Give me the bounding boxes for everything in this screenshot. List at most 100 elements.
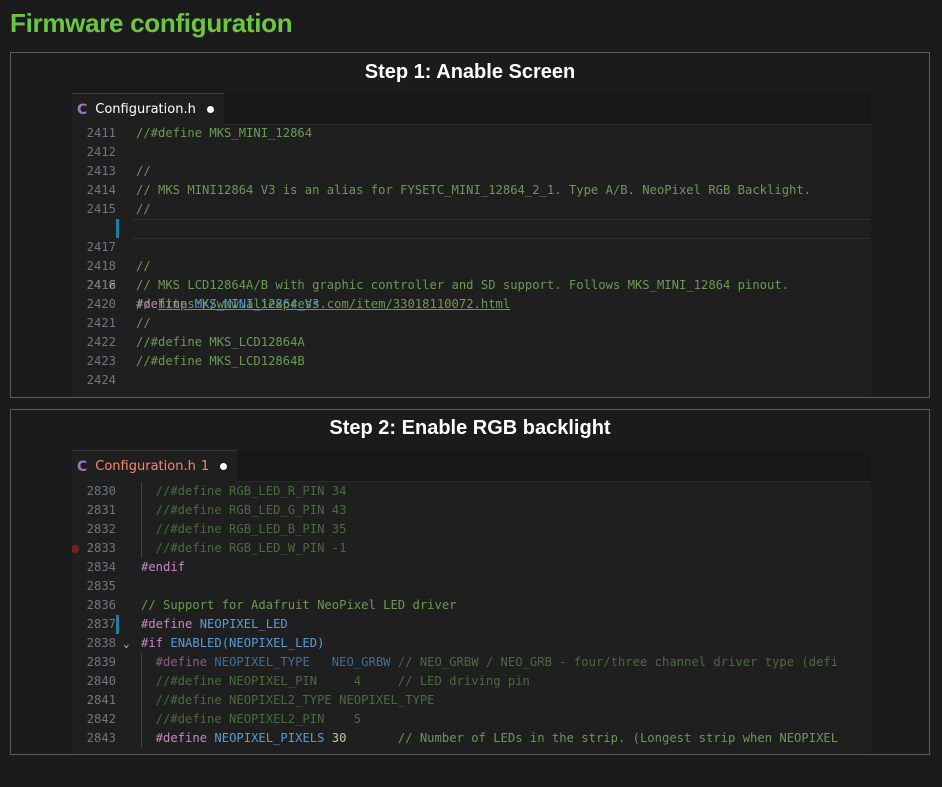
code-line: 2411 //#define MKS_MINI_12864 xyxy=(72,124,871,143)
code-line: 2832 //#define RGB_LED_B_PIN 35 xyxy=(72,520,871,539)
chevron-down-icon[interactable]: ⌄ xyxy=(123,634,130,653)
file-tab-configuration-h[interactable]: C Configuration.h xyxy=(72,93,224,125)
code-text: //#define NEOPIXEL2_PIN 5 xyxy=(141,712,362,726)
editor-tab-bar: C Configuration.h xyxy=(72,93,871,125)
tab-label: Configuration.h xyxy=(95,459,196,474)
keyword: #define xyxy=(141,617,193,631)
code-lines[interactable]: 2411 //#define MKS_MINI_12864 2412 2413 //… xyxy=(72,124,871,390)
code-line: 2415 // xyxy=(72,200,871,219)
step-2-panel: Step 2: Enable RGB backlight C Configura… xyxy=(10,409,930,755)
code-line: 2422 //#define MKS_LCD12864A xyxy=(72,333,871,352)
code-text: //#define NEOPIXEL2_TYPE NEOPIXEL_TYPE xyxy=(141,693,435,707)
macro-name: ENABLED(NEOPIXEL_LED) xyxy=(170,636,325,650)
code-text: // MKS MINI12864 V3 is an alias for FYSE… xyxy=(136,183,812,197)
line-number: 2831 xyxy=(86,503,116,517)
macro-name: NEOPIXEL_LED xyxy=(199,617,288,631)
line-number: 2839 xyxy=(86,655,116,669)
line-number: 2838 xyxy=(86,636,116,650)
unsaved-dot-icon[interactable] xyxy=(206,106,214,113)
line-number: 2420 xyxy=(86,297,116,311)
line-number: 2424 xyxy=(86,373,116,387)
current-line-highlight xyxy=(132,219,871,239)
code-line: 2833 //#define RGB_LED_W_PIN -1 xyxy=(72,539,871,558)
line-number: 2842 xyxy=(86,712,116,726)
code-line: 2834 #endif xyxy=(72,558,871,577)
code-editor[interactable]: C Configuration.h 2411 //#define MKS_MINI… xyxy=(72,93,871,397)
code-line: 2839 #define NEOPIXEL_TYPE NEO_GRBW // N… xyxy=(72,653,871,672)
code-text: // xyxy=(136,202,151,216)
code-text: //#define MKS_LCD12864A xyxy=(136,335,305,349)
page-title: Firmware configuration xyxy=(10,8,293,38)
c-language-icon: C xyxy=(77,101,88,118)
problem-count-badge: 1 xyxy=(200,459,210,474)
line-number: 2414 xyxy=(86,183,116,197)
macro-name: NEOPIXEL_PIXELS xyxy=(214,731,325,745)
tab-label: Configuration.h xyxy=(95,102,196,117)
macro-name: NEOPIXEL_TYPE NEO_GRBW xyxy=(214,655,391,669)
code-line: 2836 // Support for Adafruit NeoPixel LED… xyxy=(72,596,871,615)
file-tab-configuration-h[interactable]: C Configuration.h 1 xyxy=(72,450,238,482)
line-number: 2843 xyxy=(86,731,116,745)
line-number: 2422 xyxy=(86,335,116,349)
code-line: 2830 //#define RGB_LED_R_PIN 34 xyxy=(72,482,871,501)
code-text: // MKS LCD12864A/B with graphic controll… xyxy=(136,278,790,292)
code-text: //#define NEOPIXEL_PIN 4 // LED driving … xyxy=(141,674,530,688)
c-language-icon: C xyxy=(77,458,88,475)
line-number: 2833 xyxy=(86,541,116,555)
line-number: 2415 xyxy=(86,202,116,216)
line-number: 2841 xyxy=(86,693,116,707)
line-number: 2836 xyxy=(86,598,116,612)
code-line: 2840 //#define NEOPIXEL_PIN 4 // LED dri… xyxy=(72,672,871,691)
line-number: 2419 xyxy=(86,278,116,292)
keyword: #if xyxy=(141,636,164,650)
url-link[interactable]: https://www.aliexpress.com/item/33018110… xyxy=(158,297,510,311)
line-number: 2413 xyxy=(86,164,116,178)
code-line: 2424 xyxy=(72,371,871,390)
code-line: 2419 // MKS LCD12864A/B with graphic cont… xyxy=(72,276,871,295)
code-line: 2835 xyxy=(72,577,871,596)
code-line: 2417 xyxy=(72,238,871,257)
code-line: 2842 //#define NEOPIXEL2_PIN 5 xyxy=(72,710,871,729)
code-line: 2420 // https://www.aliexpress.com/item/3… xyxy=(72,295,871,314)
line-number: 2840 xyxy=(86,674,116,688)
code-text: //#define RGB_LED_G_PIN 43 xyxy=(141,503,347,517)
code-text: //#define MKS_LCD12864B xyxy=(136,354,305,368)
code-line-current: 2416 #define MKS_MINI_12864_V3 xyxy=(72,219,871,311)
line-number: 2412 xyxy=(86,145,116,159)
code-text: //#define MKS_MINI_12864 xyxy=(136,126,313,140)
code-text: //#define RGB_LED_R_PIN 34 xyxy=(141,484,347,498)
code-line: 2843 #define NEOPIXEL_PIXELS 30 // Numbe… xyxy=(72,729,871,748)
code-line: 2414 // MKS MINI12864 V3 is an alias for … xyxy=(72,181,871,200)
modified-line-indicator xyxy=(116,219,119,238)
code-line: 2423 //#define MKS_LCD12864B xyxy=(72,352,871,371)
code-line: 2831 //#define RGB_LED_G_PIN 43 xyxy=(72,501,871,520)
line-number: 2418 xyxy=(86,259,116,273)
code-lines[interactable]: 2830 //#define RGB_LED_R_PIN 34 2831 //#… xyxy=(72,482,871,748)
code-text: // xyxy=(136,164,151,178)
keyword: #endif xyxy=(141,560,186,574)
code-line: ⌄ 2838 #if ENABLED(NEOPIXEL_LED) xyxy=(72,634,871,653)
code-text: // Support for Adafruit NeoPixel LED dri… xyxy=(141,598,457,612)
unsaved-dot-icon[interactable] xyxy=(220,463,228,470)
code-text: // xyxy=(136,316,151,330)
line-number: 2832 xyxy=(86,522,116,536)
comment-prefix: // xyxy=(136,297,159,311)
code-text: //#define RGB_LED_W_PIN -1 xyxy=(141,541,347,555)
modified-line-indicator xyxy=(116,615,119,634)
line-number: 2835 xyxy=(86,579,116,593)
code-line: 2418 // xyxy=(72,257,871,276)
code-line: 2421 // xyxy=(72,314,871,333)
code-text: // xyxy=(136,259,151,273)
keyword: #define xyxy=(141,655,208,669)
line-number: 2834 xyxy=(86,560,116,574)
step-2-title: Step 2: Enable RGB backlight xyxy=(329,417,611,439)
line-number: 2421 xyxy=(86,316,116,330)
code-editor[interactable]: C Configuration.h 1 2830 //#define RGB_L… xyxy=(72,450,871,754)
step-1-panel: Step 1: Anable Screen C Configuration.h … xyxy=(10,52,930,398)
line-number: 2417 xyxy=(86,240,116,254)
line-number: 2837 xyxy=(86,617,116,631)
inline-comment: // NEO_GRBW / NEO_GRB - four/three chann… xyxy=(390,655,839,669)
number-value: 30 xyxy=(324,731,347,745)
step-1-title: Step 1: Anable Screen xyxy=(364,61,576,83)
code-line: 2413 // xyxy=(72,162,871,181)
